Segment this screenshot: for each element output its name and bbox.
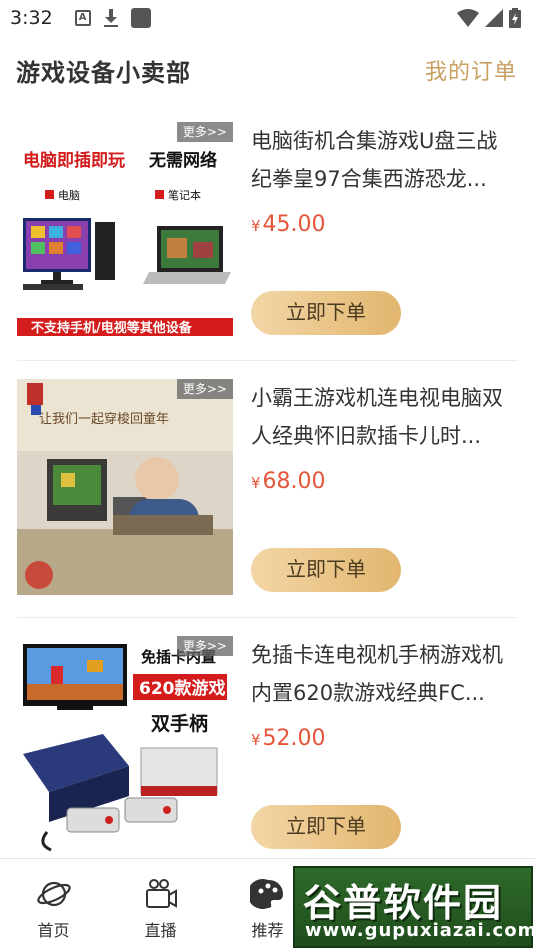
more-tag[interactable]: 更多>> <box>176 122 233 142</box>
product-card[interactable]: 免插卡内置 620款游戏 双手柄 更多>> 免插卡连电视机手柄游戏机内置620款… <box>17 618 518 875</box>
app-header: 游戏设备小卖部 我的订单 <box>0 36 535 104</box>
product-image[interactable]: 电脑即插即玩 无需网络 电脑 笔记本 不支持手机/电视等其他设备 更多>> <box>17 122 233 338</box>
status-notification-icons: A <box>74 8 151 28</box>
watermark-url: www.gupuxiazai.com <box>305 920 535 941</box>
product-price: ¥68.00 <box>251 469 518 494</box>
price-currency: ¥ <box>251 474 261 492</box>
product-name[interactable]: 小霸王游戏机连电视电脑双人经典怀旧款插卡儿时... <box>251 379 518 455</box>
plug-play-console-product-graphic: 免插卡内置 620款游戏 双手柄 <box>17 636 233 852</box>
tab-home[interactable]: 首页 <box>0 859 107 952</box>
product-card[interactable]: 让我们一起穿梭回童年 更多>> 小霸王游戏机连电视电脑双人经典怀旧款插卡儿时..… <box>17 361 518 618</box>
watermark-title: 谷普软件园 <box>303 881 504 925</box>
tab-label: 直播 <box>144 921 177 940</box>
product-name[interactable]: 免插卡连电视机手柄游戏机内置620款游戏经典FC... <box>251 636 518 712</box>
price-currency: ¥ <box>251 731 261 749</box>
product-name[interactable]: 电脑街机合集游戏U盘三战纪拳皇97合集西游恐龙... <box>251 122 518 198</box>
price-value: 45.00 <box>262 212 326 237</box>
signal-icon <box>485 9 503 27</box>
retro-console-product-graphic: 让我们一起穿梭回童年 <box>17 379 233 595</box>
tab-label: 首页 <box>37 921 70 940</box>
more-tag[interactable]: 更多>> <box>176 379 233 399</box>
arcade-usb-product-graphic: 电脑即插即玩 无需网络 电脑 笔记本 不支持手机/电视等其他设备 <box>17 122 233 338</box>
price-value: 68.00 <box>262 469 326 494</box>
price-value: 52.00 <box>262 726 326 751</box>
page-title: 游戏设备小卖部 <box>16 58 191 87</box>
product-info: 电脑街机合集游戏U盘三战纪拳皇97合集西游恐龙... ¥45.00 <box>251 122 518 237</box>
status-bar: 3:32 A <box>0 0 535 36</box>
palette-icon <box>249 879 283 909</box>
order-now-button[interactable]: 立即下单 <box>251 548 401 592</box>
image-text-line1: 电脑即插即玩 <box>23 150 125 171</box>
product-price: ¥45.00 <box>251 212 518 237</box>
planet-icon <box>36 881 71 907</box>
product-list: 电脑即插即玩 无需网络 电脑 笔记本 不支持手机/电视等其他设备 更多>> 电脑… <box>0 104 535 875</box>
image-text-line2: 无需网络 <box>148 150 217 171</box>
font-a-icon: A <box>74 10 91 26</box>
app-square-icon <box>130 8 151 28</box>
more-tag[interactable]: 更多>> <box>176 636 233 656</box>
status-time: 3:32 <box>10 7 53 29</box>
price-currency: ¥ <box>251 217 261 235</box>
product-card[interactable]: 电脑即插即玩 无需网络 电脑 笔记本 不支持手机/电视等其他设备 更多>> 电脑… <box>17 104 518 361</box>
tab-live[interactable]: 直播 <box>107 859 214 952</box>
product-image[interactable]: 免插卡内置 620款游戏 双手柄 更多>> <box>17 636 233 852</box>
product-image[interactable]: 让我们一起穿梭回童年 更多>> <box>17 379 233 595</box>
product-info: 小霸王游戏机连电视电脑双人经典怀旧款插卡儿时... ¥68.00 <box>251 379 518 494</box>
image-text-line1: 让我们一起穿梭回童年 <box>39 411 169 427</box>
product-price: ¥52.00 <box>251 726 518 751</box>
video-camera-icon <box>145 879 177 908</box>
image-text-line3: 双手柄 <box>151 712 208 735</box>
image-check2: 笔记本 <box>168 188 201 202</box>
tab-label: 推荐 <box>251 921 284 940</box>
download-icon <box>103 9 119 27</box>
battery-icon <box>509 8 521 28</box>
image-text-line2: 620款游戏 <box>139 678 226 699</box>
image-bottom-text: 不支持手机/电视等其他设备 <box>31 320 193 336</box>
order-now-button[interactable]: 立即下单 <box>251 291 401 335</box>
image-check1: 电脑 <box>58 189 80 202</box>
my-orders-link[interactable]: 我的订单 <box>425 54 517 86</box>
order-now-button[interactable]: 立即下单 <box>251 805 401 849</box>
watermark-logo: 谷普软件园 www.gupuxiazai.com <box>293 866 535 948</box>
product-info: 免插卡连电视机手柄游戏机内置620款游戏经典FC... ¥52.00 <box>251 636 518 751</box>
wifi-icon <box>457 9 479 27</box>
status-system-icons <box>457 8 521 28</box>
